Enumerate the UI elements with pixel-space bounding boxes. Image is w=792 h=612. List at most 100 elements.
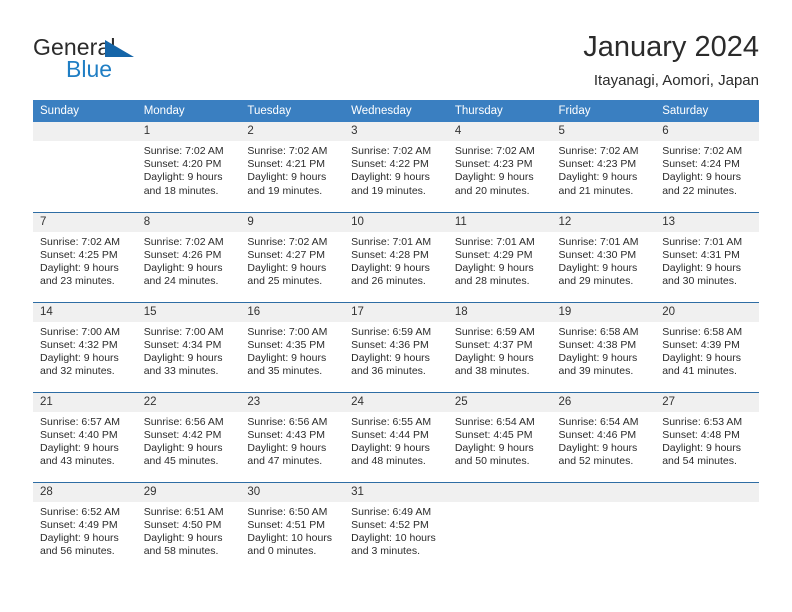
calendar-day-cell[interactable]: 25 Sunrise: 6:54 AM Sunset: 4:45 PM Dayligh… [447,391,552,482]
calendar-table: Sunday Monday Tuesday Wednesday Thursday… [33,100,759,572]
calendar-day-cell[interactable]: 6 Sunrise: 7:02 AM Sunset: 4:24 PM Daylight… [655,122,759,212]
day-info: Sunrise: 7:02 AM Sunset: 4:23 PM Daylight:… [448,141,552,198]
calendar-day-cell[interactable]: 24 Sunrise: 6:55 AM Sunset: 4:44 PM Dayligh… [344,391,448,482]
daylight-text: Daylight: 9 hours and 45 minutes. [143,441,223,468]
calendar-day-cell[interactable]: 28 Sunrise: 6:52 AM Sunset: 4:49 PM Dayligh… [33,481,137,572]
day-info: Sunrise: 7:00 AM Sunset: 4:35 PM Daylight:… [240,322,344,379]
day-info: Sunrise: 6:52 AM Sunset: 4:49 PM Daylight:… [33,502,137,559]
calendar-day-cell[interactable]: 16 Sunrise: 7:00 AM Sunset: 4:35 PM Dayligh… [240,301,345,392]
calendar-day-cell[interactable]: 13 Sunrise: 7:01 AM Sunset: 4:31 PM Dayligh… [655,211,759,302]
day-number: 20 [655,302,759,322]
day-info: Sunrise: 7:00 AM Sunset: 4:34 PM Daylight:… [137,322,241,379]
calendar-day-cell[interactable]: 8 Sunrise: 7:02 AM Sunset: 4:26 PM Daylight… [136,211,241,302]
sunrise-text: Sunrise: 6:58 AM [558,325,639,338]
calendar-day-cell[interactable]: 7 Sunrise: 7:02 AM Sunset: 4:25 PM Daylight… [33,211,137,302]
day-number: 4 [447,122,552,141]
calendar-wrapper: Sunday Monday Tuesday Wednesday Thursday… [0,100,792,572]
calendar-day-cell[interactable]: 14 Sunrise: 7:00 AM Sunset: 4:32 PM Dayligh… [33,301,137,392]
day-number: 11 [447,212,552,232]
day-info: Sunrise: 7:02 AM Sunset: 4:27 PM Daylight:… [240,232,344,289]
sunrise-text: Sunrise: 7:02 AM [143,235,224,248]
calendar-day-cell[interactable]: 12 Sunrise: 7:01 AM Sunset: 4:30 PM Dayligh… [551,211,656,302]
calendar-day-cell[interactable]: 15 Sunrise: 7:00 AM Sunset: 4:34 PM Dayligh… [136,301,241,392]
location-subtitle: Itayanagi, Aomori, Japan [593,72,759,89]
day-info: Sunrise: 7:01 AM Sunset: 4:30 PM Daylight:… [552,232,656,289]
calendar-day-cell[interactable]: 10 Sunrise: 7:01 AM Sunset: 4:28 PM Dayligh… [344,211,448,302]
calendar-day-cell[interactable]: 18 Sunrise: 6:59 AM Sunset: 4:37 PM Dayligh… [447,301,552,392]
sunset-text: Sunset: 4:44 PM [351,428,429,441]
day-info: Sunrise: 6:59 AM Sunset: 4:36 PM Daylight:… [344,322,448,379]
sunrise-text: Sunrise: 7:02 AM [558,145,639,157]
sunset-text: Sunset: 4:23 PM [454,158,533,171]
daylight-text: Daylight: 9 hours and 38 minutes. [454,351,534,378]
calendar-day-cell[interactable]: 30 Sunrise: 6:50 AM Sunset: 4:51 PM Dayligh… [240,481,345,572]
day-number [655,482,759,502]
calendar-day-cell-empty [551,481,656,572]
calendar-week-row: 28 Sunrise: 6:52 AM Sunset: 4:49 PM Dayligh… [33,481,759,572]
sunrise-text: Sunrise: 6:56 AM [247,415,328,428]
sunset-text: Sunset: 4:50 PM [143,518,222,531]
calendar-day-cell[interactable]: 4 Sunrise: 7:02 AM Sunset: 4:23 PM Daylight… [447,122,552,212]
calendar-day-cell[interactable]: 17 Sunrise: 6:59 AM Sunset: 4:36 PM Dayligh… [344,301,448,392]
calendar-day-cell[interactable]: 26 Sunrise: 6:54 AM Sunset: 4:46 PM Dayligh… [551,391,656,482]
daylight-text: Daylight: 9 hours and 58 minutes. [143,531,223,558]
day-info: Sunrise: 7:02 AM Sunset: 4:24 PM Daylight:… [655,141,759,198]
daylight-text: Daylight: 9 hours and 19 minutes. [247,171,327,197]
calendar-day-cell[interactable]: 3 Sunrise: 7:02 AM Sunset: 4:22 PM Daylight… [344,122,448,212]
daylight-text: Daylight: 9 hours and 22 minutes. [662,171,742,197]
day-number: 2 [240,122,345,141]
calendar-day-cell[interactable]: 11 Sunrise: 7:01 AM Sunset: 4:29 PM Dayligh… [447,211,552,302]
sunset-text: Sunset: 4:38 PM [558,338,637,351]
sunrise-text: Sunrise: 7:01 AM [454,235,535,248]
calendar-day-cell[interactable]: 2 Sunrise: 7:02 AM Sunset: 4:21 PM Daylight… [240,122,345,212]
day-info: Sunrise: 7:02 AM Sunset: 4:23 PM Daylight:… [552,141,656,198]
sunset-text: Sunset: 4:43 PM [247,428,326,441]
daylight-text: Daylight: 9 hours and 50 minutes. [454,441,534,468]
weekday-header-wednesday: Wednesday [344,100,448,122]
daylight-text: Daylight: 9 hours and 26 minutes. [351,261,430,288]
day-number: 23 [240,392,345,412]
weekday-header-tuesday: Tuesday [240,100,345,122]
sunrise-text: Sunrise: 6:57 AM [40,415,120,428]
daylight-text: Daylight: 9 hours and 35 minutes. [247,351,327,378]
day-info: Sunrise: 6:49 AM Sunset: 4:52 PM Daylight:… [344,502,448,559]
daylight-text: Daylight: 9 hours and 21 minutes. [558,171,638,197]
calendar-day-cell[interactable]: 9 Sunrise: 7:02 AM Sunset: 4:27 PM Daylight… [240,211,345,302]
day-info: Sunrise: 6:54 AM Sunset: 4:45 PM Daylight:… [448,412,552,469]
calendar-day-cell[interactable]: 23 Sunrise: 6:56 AM Sunset: 4:43 PM Dayligh… [240,391,345,482]
sunset-text: Sunset: 4:29 PM [454,248,533,261]
calendar-day-cell[interactable]: 27 Sunrise: 6:53 AM Sunset: 4:48 PM Dayligh… [655,391,759,482]
calendar-day-cell[interactable]: 5 Sunrise: 7:02 AM Sunset: 4:23 PM Daylight… [551,122,656,212]
sunset-text: Sunset: 4:24 PM [662,158,740,171]
sunset-text: Sunset: 4:21 PM [247,158,326,171]
day-number: 25 [447,392,552,412]
calendar-day-cell[interactable]: 29 Sunrise: 6:51 AM Sunset: 4:50 PM Dayligh… [136,481,241,572]
sunset-text: Sunset: 4:49 PM [40,518,118,531]
day-number [33,122,137,141]
daylight-text: Daylight: 9 hours and 52 minutes. [558,441,638,468]
calendar-day-cell[interactable]: 1 Sunrise: 7:02 AM Sunset: 4:20 PM Daylight… [136,122,241,212]
calendar-day-cell[interactable]: 20 Sunrise: 6:58 AM Sunset: 4:39 PM Dayligh… [655,301,759,392]
calendar-week-row: 21 Sunrise: 6:57 AM Sunset: 4:40 PM Dayligh… [33,391,759,482]
day-info: Sunrise: 7:01 AM Sunset: 4:31 PM Daylight:… [655,232,759,289]
sunset-text: Sunset: 4:40 PM [40,428,118,441]
day-info: Sunrise: 7:01 AM Sunset: 4:28 PM Daylight:… [344,232,448,289]
calendar-day-cell[interactable]: 22 Sunrise: 6:56 AM Sunset: 4:42 PM Dayligh… [136,391,241,482]
day-number: 22 [136,392,241,412]
calendar-day-cell[interactable]: 31 Sunrise: 6:49 AM Sunset: 4:52 PM Dayligh… [344,481,448,572]
sunset-text: Sunset: 4:46 PM [558,428,637,441]
sunrise-text: Sunrise: 6:56 AM [143,415,224,428]
day-number: 15 [136,302,241,322]
calendar-day-cell[interactable]: 19 Sunrise: 6:58 AM Sunset: 4:38 PM Dayligh… [551,301,656,392]
weekday-header-friday: Friday [551,100,656,122]
day-number: 1 [136,122,241,141]
daylight-text: Daylight: 9 hours and 56 minutes. [40,531,119,558]
sunrise-text: Sunrise: 6:59 AM [351,325,432,338]
sunrise-text: Sunrise: 7:02 AM [40,235,120,248]
daylight-text: Daylight: 9 hours and 32 minutes. [40,351,119,378]
calendar-day-cell[interactable]: 21 Sunrise: 6:57 AM Sunset: 4:40 PM Dayligh… [33,391,137,482]
day-number: 14 [33,302,137,322]
day-info: Sunrise: 6:53 AM Sunset: 4:48 PM Daylight:… [655,412,759,469]
day-number: 10 [344,212,448,232]
brand-logo[interactable]: General Blue [33,30,173,92]
